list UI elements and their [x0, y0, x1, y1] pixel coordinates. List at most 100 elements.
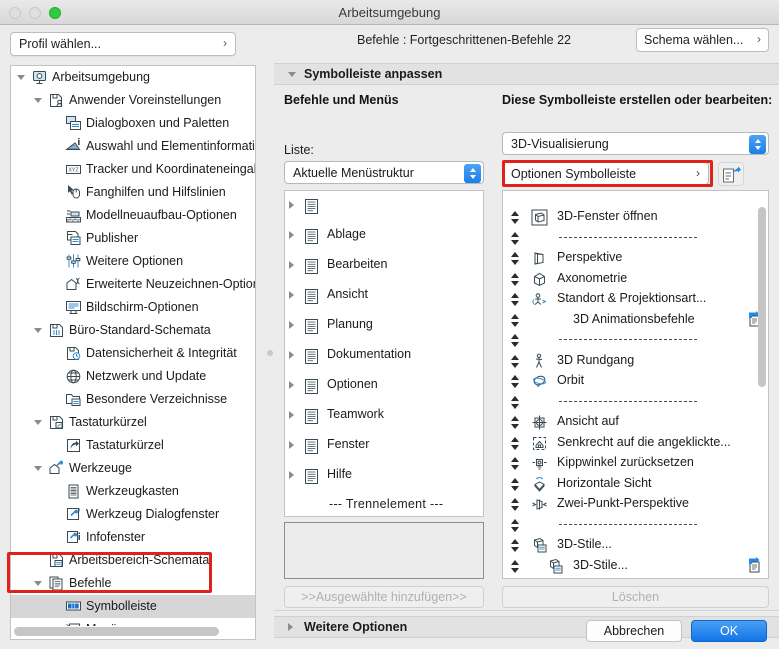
toolbar-item-row[interactable]: 3D Animationsbefehle: [503, 310, 768, 331]
profile-select[interactable]: Profil wählen... ›: [10, 32, 236, 56]
reorder-handle-icon[interactable]: [511, 313, 520, 327]
toolbar-item-row[interactable]: 3D-Stile...: [503, 556, 768, 577]
toolbar-separator-row[interactable]: [503, 228, 768, 249]
toolbar-item-row[interactable]: Orbit: [503, 371, 768, 392]
reorder-handle-icon[interactable]: [511, 334, 520, 347]
delete-button[interactable]: Löschen: [502, 586, 769, 608]
options-toolbar-button[interactable]: Optionen Symbolleiste ›: [502, 162, 709, 185]
tree-item-netzwerk-und-update[interactable]: Netzwerk und Update: [11, 365, 255, 388]
chevron-right-icon[interactable]: [289, 344, 299, 367]
tree-item-arbeitsbereich-schemata[interactable]: Arbeitsbereich-Schemata: [11, 549, 255, 572]
tree-item-auswahl-und-elementinformationen[interactable]: Auswahl und Elementinformationen: [11, 135, 255, 158]
toolbar-items-list[interactable]: 3D-Fenster öffnen Perspektive Axonometrie S…: [502, 190, 769, 579]
chevron-down-icon[interactable]: [34, 411, 44, 434]
chevron-down-icon[interactable]: [34, 319, 44, 342]
toolbar-separator-row[interactable]: [503, 330, 768, 351]
chevron-down-icon[interactable]: [34, 572, 44, 595]
reorder-handle-icon[interactable]: [511, 354, 520, 368]
tree-item-symbolleiste[interactable]: Symbolleiste: [11, 595, 255, 618]
toolbar-list-scrollbar[interactable]: [758, 207, 766, 387]
menu-list-item[interactable]: Teamwork: [285, 401, 483, 431]
reorder-handle-icon[interactable]: [511, 252, 520, 265]
drop-area[interactable]: [284, 522, 484, 579]
toolbar-item-row[interactable]: Ansicht auf: [503, 412, 768, 433]
tree-horizontal-scrollbar[interactable]: [12, 626, 254, 637]
chevron-right-icon[interactable]: [289, 194, 299, 217]
toolbar-separator-row[interactable]: [503, 392, 768, 413]
tree-item-werkzeuge[interactable]: Werkzeuge: [11, 457, 255, 480]
divider-grip[interactable]: [267, 350, 273, 356]
tree-item-weitere-optionen[interactable]: Weitere Optionen: [11, 250, 255, 273]
chevron-right-icon[interactable]: [289, 254, 299, 277]
menu-list-item[interactable]: Dokumentation: [285, 341, 483, 371]
reorder-handle-icon[interactable]: [511, 272, 520, 286]
menu-structure-select[interactable]: Aktuelle Menüstruktur: [284, 161, 484, 184]
menu-list-item[interactable]: Ansicht: [285, 281, 483, 311]
reorder-handle-icon[interactable]: [511, 498, 520, 511]
menu-list-item[interactable]: Bearbeiten: [285, 251, 483, 281]
open-submenu-icon[interactable]: [746, 556, 763, 574]
reorder-handle-icon[interactable]: [511, 477, 520, 491]
menu-list-item[interactable]: Optionen: [285, 371, 483, 401]
reorder-handle-icon[interactable]: [511, 211, 520, 224]
toolbar-item-row[interactable]: Perspektive: [503, 248, 768, 269]
reorder-handle-icon[interactable]: [511, 518, 520, 532]
chevron-down-icon[interactable]: [17, 66, 27, 89]
chevron-down-icon[interactable]: [34, 89, 44, 112]
reorder-handle-icon[interactable]: [511, 416, 520, 429]
reorder-handle-icon[interactable]: [511, 559, 520, 573]
add-selected-button[interactable]: >>Ausgewählte hinzufügen>>: [284, 586, 484, 608]
reorder-handle-icon[interactable]: [511, 436, 520, 450]
reorder-handle-icon[interactable]: [511, 231, 520, 245]
reorder-handle-icon[interactable]: [511, 293, 520, 306]
tree-item-menüs[interactable]: Menüs: [11, 618, 255, 626]
section-customize-toolbar[interactable]: Symbolleiste anpassen: [274, 63, 779, 85]
tree-item-tastaturkürzel[interactable]: Tastaturkürzel: [11, 434, 255, 457]
chevron-right-icon[interactable]: [289, 284, 299, 307]
tree-item-datensicherheit-&-integrität[interactable]: Datensicherheit & Integrität: [11, 342, 255, 365]
toolbar-item-row[interactable]: Kippwinkel zurücksetzen: [503, 453, 768, 474]
tree-item-modellneuaufbau-optionen[interactable]: Modellneuaufbau-Optionen: [11, 204, 255, 227]
tree-item-tastaturkürzel[interactable]: Tastaturkürzel: [11, 411, 255, 434]
tree-hscroll-thumb[interactable]: [14, 627, 219, 636]
reorder-handle-icon[interactable]: [511, 395, 520, 409]
toolbar-item-row[interactable]: Axonometrie: [503, 269, 768, 290]
chevron-right-icon[interactable]: [289, 374, 299, 397]
menu-list-item[interactable]: Hilfe: [285, 461, 483, 491]
tree-item-dialogboxen-und-paletten[interactable]: Dialogboxen und Paletten: [11, 112, 255, 135]
tree-item-werkzeugkasten[interactable]: Werkzeugkasten: [11, 480, 255, 503]
tree-item-publisher[interactable]: Publisher: [11, 227, 255, 250]
toolbar-separator-row[interactable]: [503, 515, 768, 536]
chevron-down-icon[interactable]: [34, 457, 44, 480]
menu-list-item[interactable]: Ablage: [285, 221, 483, 251]
menu-list-item[interactable]: Planung: [285, 311, 483, 341]
tree-item-arbeitsumgebung[interactable]: Arbeitsumgebung: [11, 66, 255, 89]
tree-item-bildschirm-optionen[interactable]: Bildschirm-Optionen: [11, 296, 255, 319]
toolbar-item-row[interactable]: 3D-Stile...: [503, 535, 768, 556]
menu-separator-item[interactable]: --- Trennelement ---: [285, 491, 483, 516]
toolbar-item-row[interactable]: Senkrecht auf die angeklickte...: [503, 433, 768, 454]
tree-item-anwender-voreinstellungen[interactable]: Anwender Voreinstellungen: [11, 89, 255, 112]
menu-list-item[interactable]: Fenster: [285, 431, 483, 461]
stepper-icon[interactable]: [749, 135, 766, 154]
tree-item-tracker-und-koordinateneingabe[interactable]: XYZ Tracker und Koordinateneingabe: [11, 158, 255, 181]
chevron-right-icon[interactable]: [289, 434, 299, 457]
tree-item-fanghilfen-und-hilfslinien[interactable]: Fanghilfen und Hilfslinien: [11, 181, 255, 204]
schema-select[interactable]: Schema wählen... ›: [636, 28, 769, 52]
panel-divider[interactable]: [266, 25, 274, 649]
toolbar-select[interactable]: 3D-Visualisierung: [502, 132, 769, 155]
toolbar-item-row[interactable]: Zwei-Punkt-Perspektive: [503, 494, 768, 515]
reorder-handle-icon[interactable]: [511, 457, 520, 470]
tree-item-erweiterte-neuzeichnen-optionen[interactable]: Erweiterte Neuzeichnen-Optionen: [11, 273, 255, 296]
menu-list-item[interactable]: [285, 191, 483, 221]
menu-list[interactable]: Ablage Bearbeiten Ansicht Planung Dokumentat…: [284, 190, 484, 517]
tree-item-besondere-verzeichnisse[interactable]: Besondere Verzeichnisse: [11, 388, 255, 411]
chevron-right-icon[interactable]: [289, 224, 299, 247]
toolbar-item-row[interactable]: Horizontale Sicht: [503, 474, 768, 495]
chevron-right-icon[interactable]: [289, 404, 299, 427]
stepper-icon[interactable]: [464, 164, 481, 183]
toolbar-item-row[interactable]: 3D-Fenster öffnen: [503, 207, 768, 228]
tree-item-befehle[interactable]: Befehle: [11, 572, 255, 595]
ok-button[interactable]: OK: [691, 620, 767, 642]
reorder-handle-icon[interactable]: [511, 539, 520, 552]
